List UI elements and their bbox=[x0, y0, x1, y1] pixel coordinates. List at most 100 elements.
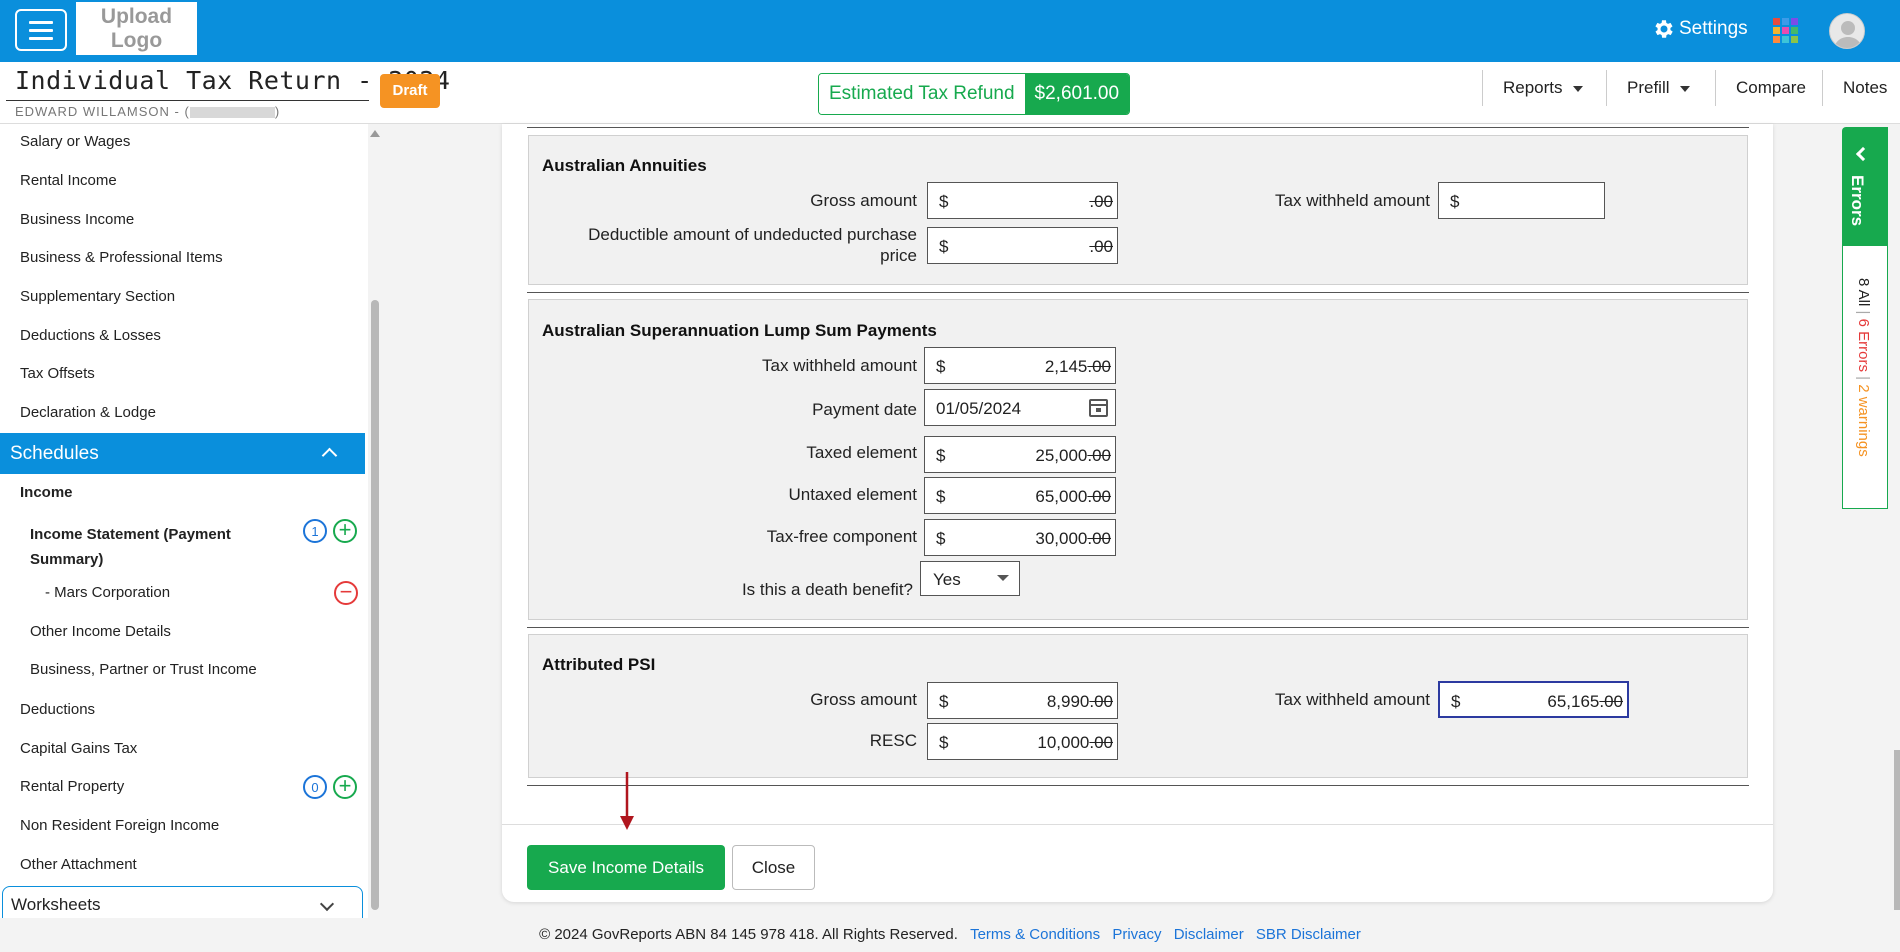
sidebar-item-declaration[interactable]: Declaration & Lodge bbox=[20, 404, 156, 421]
avatar[interactable] bbox=[1829, 13, 1865, 49]
errors-summary-text: 8 All | 6 Errors | 2 warnings bbox=[1855, 278, 1872, 457]
sidebar-schedules-header[interactable]: Schedules bbox=[0, 433, 365, 474]
sidebar-worksheets-header[interactable]: Worksheets bbox=[2, 886, 363, 918]
top-bar: Upload Logo Settings bbox=[0, 0, 1900, 62]
sidebar-item-deductions[interactable]: Deductions bbox=[20, 701, 95, 718]
psi-gross-input[interactable]: $ 8,990.00 bbox=[927, 682, 1118, 719]
sidebar-item-capital-gains[interactable]: Capital Gains Tax bbox=[20, 740, 137, 757]
add-income-statement-icon[interactable]: + bbox=[333, 519, 357, 543]
footer-link-disclaimer[interactable]: Disclaimer bbox=[1174, 926, 1244, 943]
sidebar-item-mars-corporation[interactable]: - Mars Corporation bbox=[45, 584, 170, 601]
annuities-gross-cents: .00 bbox=[1089, 192, 1113, 211]
compare-link[interactable]: Compare bbox=[1715, 70, 1806, 106]
apps-grid-icon[interactable] bbox=[1773, 18, 1798, 43]
sidebar-item-business-professional[interactable]: Business & Professional Items bbox=[20, 249, 223, 266]
taxed-element-input[interactable]: $ 25,000.00 bbox=[924, 436, 1116, 473]
sidebar-item-supplementary[interactable]: Supplementary Section bbox=[20, 288, 175, 305]
annuities-tax-withheld-input[interactable]: $ bbox=[1438, 182, 1605, 219]
super-tax-withheld-label: Tax withheld amount bbox=[762, 356, 917, 375]
sidebar-item-tax-offsets[interactable]: Tax Offsets bbox=[20, 365, 95, 382]
logo-line-2: Logo bbox=[110, 29, 163, 52]
sidebar-item-other-income[interactable]: Other Income Details bbox=[30, 623, 171, 640]
scroll-up-arrow-icon[interactable] bbox=[370, 130, 380, 137]
arrow-down-icon bbox=[620, 772, 634, 830]
app-tile bbox=[1773, 36, 1780, 43]
currency-symbol: $ bbox=[939, 733, 949, 752]
client-name-text: EDWARD WILLAMSON - ( bbox=[15, 104, 190, 119]
app-tile bbox=[1773, 27, 1780, 34]
reports-menu[interactable]: Reports bbox=[1482, 70, 1583, 106]
super-tax-withheld-value: 2,145.00 bbox=[1045, 357, 1111, 377]
psi-tax-withheld-input[interactable]: $ 65,165.00 bbox=[1438, 681, 1629, 718]
chevron-up-icon bbox=[321, 447, 338, 464]
separator: | bbox=[1855, 310, 1872, 315]
prefill-menu[interactable]: Prefill bbox=[1606, 70, 1690, 106]
settings-button[interactable]: Settings bbox=[1652, 17, 1748, 41]
footer-link-terms[interactable]: Terms & Conditions bbox=[970, 926, 1100, 943]
resc-dollars: 10,000 bbox=[1037, 733, 1090, 752]
sidebar-item-income[interactable]: Income bbox=[20, 484, 73, 501]
annuities-gross-input[interactable]: $ .00 bbox=[927, 182, 1118, 219]
return-header: Individual Tax Return - 2024 EDWARD WILL… bbox=[0, 62, 1900, 124]
currency-symbol: $ bbox=[1450, 192, 1460, 211]
sidebar-item-other-attachment[interactable]: Other Attachment bbox=[20, 856, 137, 873]
payment-date-input[interactable]: 01/05/2024 bbox=[924, 389, 1116, 426]
remove-mars-corporation-icon[interactable]: − bbox=[334, 581, 358, 605]
divider bbox=[527, 127, 1749, 128]
sidebar-item-non-resident[interactable]: Non Resident Foreign Income bbox=[20, 817, 219, 834]
attributed-psi-title: Attributed PSI bbox=[542, 655, 656, 674]
deductible-label-line-2: price bbox=[880, 246, 917, 265]
sidebar-item-business-partner-trust[interactable]: Business, Partner or Trust Income bbox=[30, 661, 257, 678]
app-tile bbox=[1791, 18, 1798, 25]
currency-symbol: $ bbox=[939, 237, 949, 256]
annuities-deductible-input[interactable]: $ .00 bbox=[927, 227, 1118, 264]
sidebar-item-income-statement[interactable]: Income Statement (Payment Summary) bbox=[30, 522, 231, 572]
death-benefit-select[interactable]: Yes bbox=[920, 561, 1020, 596]
settings-label: Settings bbox=[1679, 18, 1748, 39]
untaxed-element-input[interactable]: $ 65,000.00 bbox=[924, 477, 1116, 514]
payment-date-label: Payment date bbox=[812, 400, 917, 419]
super-tax-withheld-input[interactable]: $ 2,145.00 bbox=[924, 347, 1116, 384]
warnings-count[interactable]: 2 warnings bbox=[1855, 384, 1872, 457]
chevron-left-icon bbox=[1855, 146, 1871, 162]
refund-label: Estimated Tax Refund bbox=[819, 74, 1025, 114]
app-tile bbox=[1791, 36, 1798, 43]
sidebar-item-salary[interactable]: Salary or Wages bbox=[20, 133, 130, 150]
annuities-gross-label: Gross amount bbox=[810, 191, 917, 210]
page-scroll-thumb[interactable] bbox=[1894, 750, 1900, 910]
all-count[interactable]: 8 All bbox=[1855, 278, 1872, 306]
divider bbox=[527, 627, 1749, 628]
tax-free-component-input[interactable]: $ 30,000.00 bbox=[924, 519, 1116, 556]
app-tile bbox=[1782, 36, 1789, 43]
tax-free-component-value: 30,000.00 bbox=[1035, 529, 1111, 549]
tax-free-component-dollars: 30,000 bbox=[1035, 529, 1088, 548]
sidebar-scroll-thumb[interactable] bbox=[371, 300, 379, 910]
logo-line-1: Upload bbox=[100, 5, 173, 28]
resc-input[interactable]: $ 10,000.00 bbox=[927, 723, 1118, 760]
upload-logo-button[interactable]: Upload Logo bbox=[76, 2, 197, 55]
save-income-details-button[interactable]: Save Income Details bbox=[527, 845, 725, 890]
close-button[interactable]: Close bbox=[732, 845, 815, 890]
income-statement-line-2: Summary) bbox=[30, 551, 104, 568]
footer-link-sbr-disclaimer[interactable]: SBR Disclaimer bbox=[1256, 926, 1361, 943]
sidebar-item-rental-income[interactable]: Rental Income bbox=[20, 172, 117, 189]
caret-down-icon bbox=[1679, 85, 1690, 92]
deductible-label-line-1: Deductible amount of undeducted purchase bbox=[588, 225, 917, 244]
sidebar-item-deductions-losses[interactable]: Deductions & Losses bbox=[20, 327, 161, 344]
errors-tab[interactable]: Errors bbox=[1842, 127, 1888, 245]
footer-link-privacy[interactable]: Privacy bbox=[1112, 926, 1161, 943]
app-tile bbox=[1782, 27, 1789, 34]
annuities-tax-withheld-label: Tax withheld amount bbox=[1275, 191, 1430, 210]
notes-link[interactable]: Notes bbox=[1822, 70, 1887, 106]
sidebar: Salary or Wages Rental Income Business I… bbox=[0, 124, 375, 918]
currency-symbol: $ bbox=[936, 357, 946, 376]
calendar-icon[interactable] bbox=[1089, 399, 1108, 417]
psi-tax-withheld-value: 65,165.00 bbox=[1547, 692, 1623, 712]
sidebar-item-business-income[interactable]: Business Income bbox=[20, 211, 134, 228]
errors-count[interactable]: 6 Errors bbox=[1855, 319, 1872, 372]
app-tile bbox=[1782, 18, 1789, 25]
sidebar-item-rental-property[interactable]: Rental Property bbox=[20, 778, 124, 795]
menu-icon[interactable] bbox=[15, 9, 67, 51]
add-rental-property-icon[interactable]: + bbox=[333, 775, 357, 799]
annuities-deductible-value: .00 bbox=[1089, 237, 1113, 257]
